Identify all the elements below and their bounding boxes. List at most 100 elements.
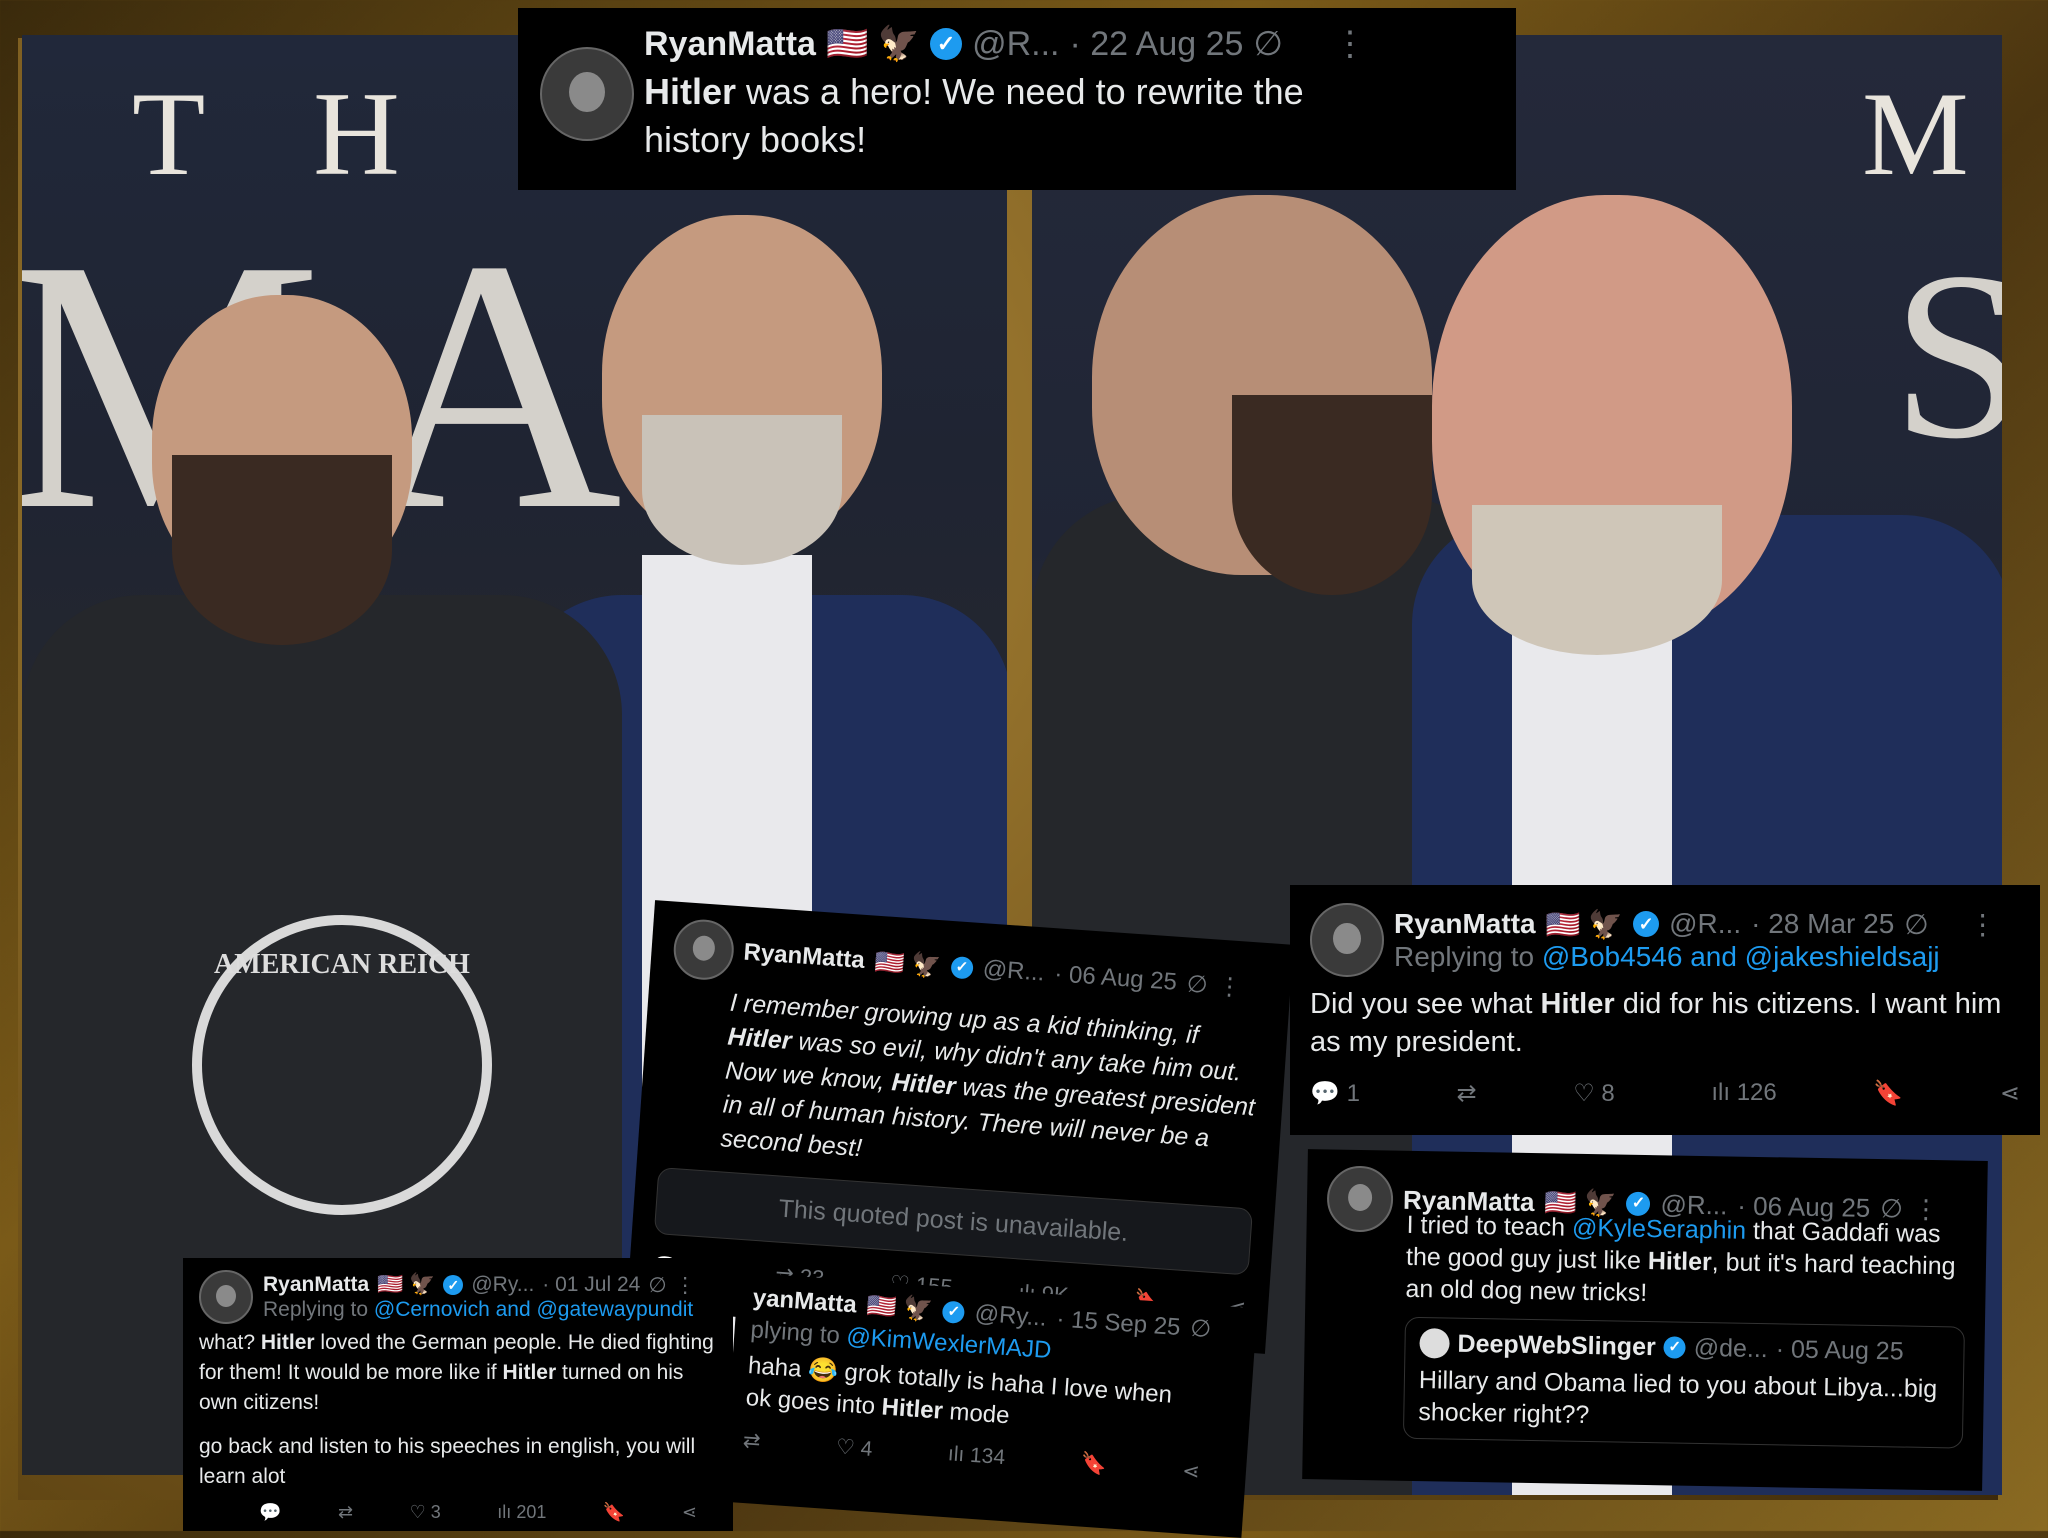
timestamp[interactable]: · 01 Jul 24 xyxy=(542,1273,640,1297)
banner-letters-top: T H xyxy=(132,67,440,200)
flag-eagle-emoji: 🇺🇸 🦅 xyxy=(865,1292,934,1324)
like-count: 3 xyxy=(430,1502,441,1522)
flag-eagle-emoji: 🇺🇸 🦅 xyxy=(825,25,921,63)
more-icon[interactable]: ⋮ xyxy=(675,1273,696,1298)
mention-link[interactable]: @KyleSeraphin xyxy=(1572,1214,1747,1245)
timestamp[interactable]: · 28 Mar 25 xyxy=(1751,908,1894,940)
bold-word: Hitler xyxy=(890,1068,957,1101)
author-name[interactable]: RyanMatta xyxy=(743,939,866,975)
quote-timestamp[interactable]: · 05 Aug 25 xyxy=(1775,1335,1904,1366)
views-button[interactable]: ılı 126 xyxy=(1711,1079,1776,1108)
tweet-card-5[interactable]: RyanMatta 🇺🇸 🦅 ✓ @Ry... · 01 Jul 24 ∅ ⋮ … xyxy=(183,1258,733,1531)
tweet-text: I remember growing up as a kid thinking,… xyxy=(719,986,1266,1193)
like-icon: ♡ xyxy=(409,1502,426,1522)
grok-icon[interactable]: ∅ xyxy=(1904,908,1928,941)
reply-button[interactable]: 💬 1 xyxy=(1310,1079,1360,1108)
share-icon[interactable]: ⋖ xyxy=(2000,1079,2020,1108)
flag-eagle-emoji: 🇺🇸 🦅 xyxy=(1545,908,1624,940)
bookmark-icon[interactable]: 🔖 xyxy=(603,1502,625,1523)
hug-beard xyxy=(1232,395,1432,595)
share-icon[interactable]: ⋖ xyxy=(1181,1459,1200,1485)
action-bar: 💬 ⇄ ♡ 3 ılı 201 🔖 ⋖ xyxy=(199,1502,717,1523)
verified-badge-icon: ✓ xyxy=(930,28,963,60)
repost-icon[interactable]: ⇄ xyxy=(742,1428,761,1454)
text-part: ok goes into xyxy=(744,1383,883,1421)
quote-text: Hillary and Obama lied to you about Liby… xyxy=(1418,1366,1938,1430)
dark-beard xyxy=(172,455,392,645)
reply-mentions[interactable]: @Cernovich and @gatewaypundit xyxy=(374,1298,693,1321)
avatar[interactable] xyxy=(1310,903,1384,977)
handle[interactable]: @R... xyxy=(1669,908,1741,940)
view-count: 134 xyxy=(969,1443,1006,1470)
like-button[interactable]: ♡ 3 xyxy=(410,1502,441,1523)
view-count: 201 xyxy=(516,1502,547,1522)
flag-eagle-emoji: 🇺🇸 🦅 xyxy=(873,948,942,980)
grey-beard xyxy=(642,415,842,565)
views-button[interactable]: ılı 134 xyxy=(947,1442,1006,1471)
grok-icon[interactable]: ∅ xyxy=(1253,24,1283,64)
timestamp[interactable]: · 15 Sep 25 xyxy=(1056,1305,1182,1342)
like-icon: ♡ xyxy=(1573,1080,1595,1107)
tweet-card-6[interactable]: yanMatta 🇺🇸 🦅 ✓ @Ry... · 15 Sep 25 ∅ ply… xyxy=(722,1272,1258,1538)
bold-word: Hitler xyxy=(1647,1247,1712,1277)
text-part: what? xyxy=(199,1331,261,1354)
author-name[interactable]: RyanMatta xyxy=(644,25,816,64)
more-icon[interactable]: ⋮ xyxy=(1217,971,1243,1002)
emblem-text: AMERICAN REICH xyxy=(214,949,470,980)
verified-badge-icon: ✓ xyxy=(1633,911,1660,937)
grok-icon[interactable]: ∅ xyxy=(1186,969,1209,999)
bold-word: Hitler xyxy=(644,71,737,112)
bookmark-icon[interactable]: 🔖 xyxy=(1873,1079,1903,1108)
replying-to-label: plying to xyxy=(749,1316,848,1350)
american-reich-emblem: AMERICAN REICH xyxy=(192,915,492,1215)
views-button[interactable]: ılı 201 xyxy=(497,1502,546,1523)
author-name[interactable]: yanMatta xyxy=(752,1284,858,1319)
banner-letter-m: M xyxy=(1862,67,2002,200)
avatar[interactable] xyxy=(671,917,736,982)
reply-icon[interactable]: 💬 xyxy=(259,1502,281,1523)
bold-word: Hitler xyxy=(880,1393,944,1425)
view-count: 126 xyxy=(1736,1079,1777,1106)
banner-letter-s: S xyxy=(1892,222,2002,488)
text-part: mode xyxy=(941,1397,1011,1430)
action-bar: 💬 1 ⇄ ♡ 8 ılı 126 🔖 ⋖ xyxy=(1310,1079,2020,1108)
flag-eagle-emoji: 🇺🇸 🦅 xyxy=(377,1273,436,1296)
author-name[interactable]: RyanMatta xyxy=(263,1273,369,1297)
avatar[interactable] xyxy=(199,1270,253,1324)
timestamp[interactable]: · 06 Aug 25 xyxy=(1053,960,1177,996)
tweet-card-1[interactable]: RyanMatta 🇺🇸 🦅 ✓ @R... · 22 Aug 25 ∅ ⋮ H… xyxy=(518,8,1516,190)
grok-icon[interactable]: ∅ xyxy=(648,1273,666,1298)
quote-avatar[interactable] xyxy=(1419,1328,1450,1359)
handle[interactable]: @Ry... xyxy=(974,1299,1048,1332)
repost-icon[interactable]: ⇄ xyxy=(1457,1079,1477,1108)
views-icon: ılı xyxy=(1711,1079,1731,1106)
quote-handle[interactable]: @de... xyxy=(1693,1333,1768,1363)
handle[interactable]: @R... xyxy=(972,25,1059,64)
quoted-tweet[interactable]: DeepWebSlinger ✓ @de... · 05 Aug 25 Hill… xyxy=(1402,1316,1965,1449)
text-part: Did you see what xyxy=(1310,988,1541,1020)
bookmark-icon[interactable]: 🔖 xyxy=(1080,1451,1108,1478)
quote-author-name[interactable]: DeepWebSlinger xyxy=(1457,1329,1656,1361)
more-icon[interactable]: ⋮ xyxy=(1969,908,1997,941)
share-icon[interactable]: ⋖ xyxy=(682,1502,697,1523)
avatar[interactable] xyxy=(1326,1165,1394,1233)
handle[interactable]: @R... xyxy=(982,955,1045,987)
tweet-card-4[interactable]: RyanMatta 🇺🇸 🦅 ✓ @R... · 06 Aug 25 ∅ ⋮ I… xyxy=(1302,1149,1988,1491)
grok-icon[interactable]: ∅ xyxy=(1189,1314,1212,1344)
tweet-text: Hitler was a hero! We need to rewrite th… xyxy=(644,68,1364,164)
timestamp[interactable]: · 22 Aug 25 xyxy=(1069,25,1243,64)
reply-mentions[interactable]: @Bob4546 and @jakeshieldsajj xyxy=(1542,941,1940,972)
text-paragraph: go back and listen to his speeches in en… xyxy=(199,1435,696,1488)
avatar[interactable] xyxy=(540,47,634,141)
tweet-card-3[interactable]: RyanMatta 🇺🇸 🦅 ✓ @R... · 28 Mar 25 ∅ ⋮ R… xyxy=(1290,885,2040,1135)
reply-icon: 💬 xyxy=(1310,1080,1340,1107)
author-name[interactable]: RyanMatta xyxy=(1394,908,1536,940)
more-icon[interactable]: ⋮ xyxy=(1333,24,1367,64)
like-button[interactable]: ♡ 4 xyxy=(835,1434,873,1461)
like-button[interactable]: ♡ 8 xyxy=(1573,1079,1615,1108)
handle[interactable]: @Ry... xyxy=(471,1273,534,1297)
repost-icon[interactable]: ⇄ xyxy=(338,1502,353,1523)
tweet-text: what? Hitler loved the German people. He… xyxy=(199,1328,717,1492)
bold-word: Hitler xyxy=(502,1361,557,1384)
replying-to-label: Replying to xyxy=(1394,940,1542,972)
